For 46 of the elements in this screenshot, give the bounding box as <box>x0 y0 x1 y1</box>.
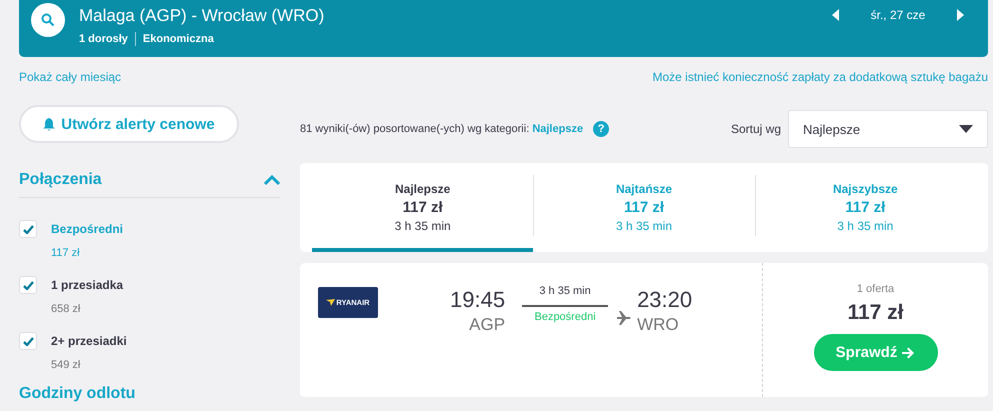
plane-icon <box>617 311 632 325</box>
filter-header[interactable]: Połączenia <box>19 171 280 198</box>
sort-label: Sortuj wg <box>730 122 781 136</box>
arrival-time: 23:20 <box>637 287 692 313</box>
cabin-label: Ekonomiczna <box>142 32 214 44</box>
filter-title: Połączenia <box>19 171 102 189</box>
date-label: śr., 27 cze <box>870 8 926 22</box>
filter-option-price: 117 zł <box>51 247 81 259</box>
departure-time: 19:45 <box>450 287 506 313</box>
sort-tab[interactable]: Najlepsze 117 zł 3 h 35 min <box>312 163 534 252</box>
sort-tab[interactable]: Najszybsze 117 zł 3 h 35 min <box>754 163 976 252</box>
stops-label: Bezpośredni <box>534 311 596 323</box>
next-date-icon[interactable] <box>957 8 964 20</box>
check-icon <box>22 280 34 290</box>
arrival-airport: WRO <box>637 315 679 335</box>
check-icon <box>22 224 34 234</box>
arrow-right-icon <box>902 346 916 358</box>
sort-tab[interactable]: Najtańsze 117 zł 3 h 35 min <box>533 163 755 252</box>
departure-airport: AGP <box>469 315 506 335</box>
filter-option-label[interactable]: 2+ przesiadki <box>51 334 127 348</box>
results-summary: 81 wyniki(-ów) posortowane(-ych) wg kategorii: Najlepsze <box>300 123 584 135</box>
filter-option-label[interactable]: Bezpośredni <box>51 222 124 236</box>
month-link[interactable]: Pokaż cały miesiąc <box>19 70 122 84</box>
check-icon <box>22 336 34 346</box>
flight-price: 117 zł <box>847 301 904 325</box>
bell-icon <box>43 118 56 130</box>
checkbox[interactable] <box>19 220 37 238</box>
baggage-link[interactable]: Może istnieć konieczność zapłaty za dodatkową sztukę bagażu <box>652 70 988 84</box>
checkbox[interactable] <box>19 332 37 350</box>
collapse-icon[interactable] <box>264 175 280 185</box>
previous-date-icon[interactable] <box>832 8 839 20</box>
check-button[interactable]: Sprawdź <box>814 334 938 371</box>
price-alert-button[interactable]: Utwórz alerty cenowe <box>19 105 239 143</box>
checkbox[interactable] <box>19 276 37 294</box>
flight-duration: 3 h 35 min <box>539 285 591 297</box>
caret-icon <box>959 125 973 133</box>
filter-title: Godziny odlotu <box>19 385 136 403</box>
offers-count: 1 oferta <box>856 283 894 295</box>
help-icon[interactable]: ? <box>593 121 610 137</box>
search-icon[interactable] <box>31 2 65 36</box>
sort-dropdown[interactable]: Najlepsze <box>788 110 988 148</box>
passengers-label: 1 dorosły <box>79 32 128 44</box>
route-title: Malaga (AGP) - Wrocław (WRO) <box>79 6 326 26</box>
filter-option-price: 549 zł <box>51 359 82 371</box>
filter-option-price: 658 zł <box>51 303 82 315</box>
filter-option-label[interactable]: 1 przesiadka <box>51 278 124 292</box>
